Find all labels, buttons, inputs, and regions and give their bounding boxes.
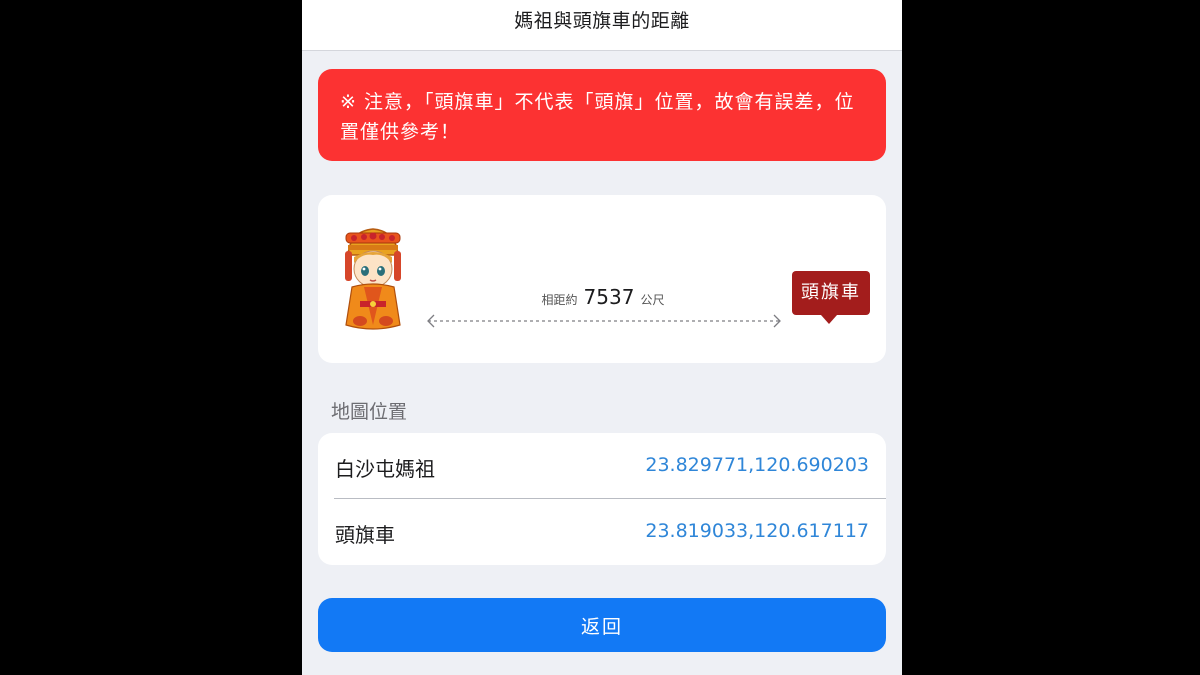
- list-item[interactable]: 白沙屯媽祖 23.829771,120.690203: [318, 433, 886, 499]
- distance-unit: 公尺: [640, 293, 665, 307]
- back-button[interactable]: 返回: [318, 598, 886, 652]
- location-name: 白沙屯媽祖: [335, 457, 435, 481]
- map-section-label: 地圖位置: [331, 401, 408, 423]
- distance-card: 相距約 7537 公尺 頭旗車: [318, 195, 886, 363]
- warning-text: ※ 注意，「頭旗車」不代表「頭旗」位置，故會有誤差，位置僅供參考！: [340, 91, 855, 143]
- coordinates-link[interactable]: 23.819033,120.617117: [645, 520, 869, 542]
- coordinates-link[interactable]: 23.829771,120.690203: [645, 454, 869, 476]
- coordinates-list: 白沙屯媽祖 23.829771,120.690203 頭旗車 23.819033…: [318, 433, 886, 565]
- warning-banner: ※ 注意，「頭旗車」不代表「頭旗」位置，故會有誤差，位置僅供參考！: [318, 69, 886, 161]
- navigation-bar: 媽祖與頭旗車的距離: [302, 0, 902, 51]
- flag-car-badge-pointer: [821, 315, 837, 324]
- app-screen: 媽祖與頭旗車的距離 ※ 注意，「頭旗車」不代表「頭旗」位置，故會有誤差，位置僅供…: [302, 0, 902, 675]
- distance-value: 7537: [583, 285, 635, 309]
- flag-car-badge: 頭旗車: [792, 271, 870, 315]
- list-item[interactable]: 頭旗車 23.819033,120.617117: [318, 499, 886, 565]
- mazu-character-icon: [345, 228, 401, 330]
- distance-readout: 相距約 7537 公尺: [428, 285, 778, 309]
- page-title: 媽祖與頭旗車的距離: [514, 10, 690, 32]
- distance-prefix: 相距約: [541, 293, 578, 307]
- double-arrow-icon: [427, 314, 781, 328]
- location-name: 頭旗車: [335, 523, 395, 547]
